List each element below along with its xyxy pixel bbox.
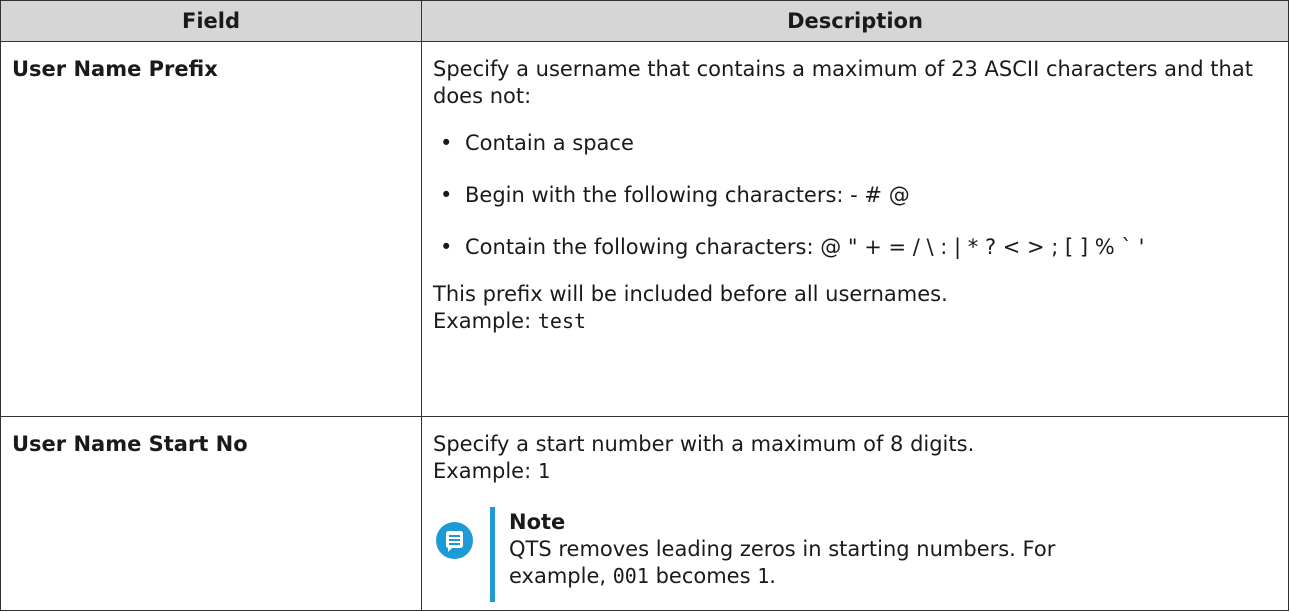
field-name-cell: User Name Prefix	[0, 41, 422, 417]
list-item-text: Begin with the following characters: - #…	[465, 183, 910, 207]
column-header-field: Field	[0, 0, 422, 42]
list-item: • Begin with the following characters: -…	[440, 182, 1268, 209]
code-value: 001	[612, 564, 649, 588]
example-value: test	[537, 309, 587, 333]
note-accent-bar	[490, 507, 495, 602]
list-item-text: Contain a space	[465, 131, 634, 155]
description-note: This prefix will be included before all …	[433, 282, 948, 306]
example-label: Example:	[433, 309, 532, 333]
field-name-cell: User Name Start No	[0, 416, 422, 611]
example-label: Example:	[433, 459, 532, 483]
note-icon	[436, 522, 473, 559]
bullet-icon: •	[440, 183, 453, 207]
list-item: • Contain the following characters: @ " …	[440, 234, 1268, 261]
note-text: QTS removes leading zeros in starting nu…	[509, 537, 1056, 588]
code-value: 1	[757, 564, 770, 588]
example-value: 1	[537, 459, 550, 483]
column-header-description: Description	[421, 0, 1289, 42]
list-item-text: Contain the following characters: @ " + …	[465, 235, 1145, 259]
table-row: User Name Start No Specify a start numbe…	[0, 416, 1289, 611]
bullet-icon: •	[440, 131, 453, 155]
bullet-icon: •	[440, 235, 453, 259]
note-title: Note	[509, 510, 566, 534]
note-body: Note QTS removes leading zeros in starti…	[509, 509, 1069, 590]
restriction-list: • Contain a space • Begin with the follo…	[433, 130, 1268, 261]
description-cell: Specify a username that contains a maxim…	[421, 41, 1289, 417]
example-line: Example: 1	[433, 458, 1268, 485]
note-callout: Note QTS removes leading zeros in starti…	[433, 507, 1268, 602]
table-header-row: Field Description	[0, 0, 1289, 42]
list-item: • Contain a space	[440, 130, 1268, 157]
example-line: Example: test	[433, 308, 1268, 335]
field-description-table: Field Description User Name Prefix Speci…	[0, 0, 1289, 611]
description-cell: Specify a start number with a maximum of…	[421, 416, 1289, 611]
description-intro: Specify a start number with a maximum of…	[433, 432, 975, 456]
table-row: User Name Prefix Specify a username that…	[0, 41, 1289, 417]
description-intro: Specify a username that contains a maxim…	[433, 57, 1253, 108]
